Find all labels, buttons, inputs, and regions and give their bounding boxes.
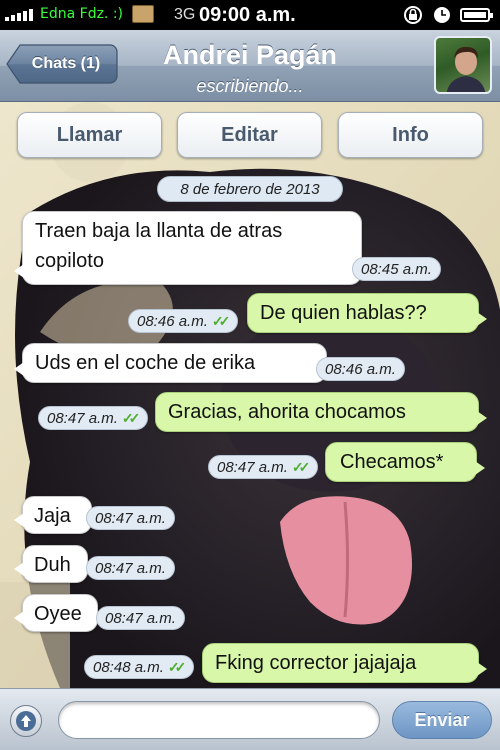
status-bar: Edna Fdz. :) 3G 09:00 a.m.	[0, 0, 500, 30]
timestamp-text: 08:47 a.m.	[95, 559, 166, 577]
signal-icon	[5, 9, 33, 21]
message-timestamp: 08:48 a.m. ✓✓	[84, 655, 195, 679]
message-text: Gracias, ahorita chocamos	[168, 401, 406, 423]
network-type: 3G	[174, 6, 196, 23]
message-text: copiloto	[35, 250, 104, 272]
send-button[interactable]: Enviar	[392, 701, 492, 739]
contact-name: Andrei Pagán	[162, 40, 338, 70]
message-bubble-incoming[interactable]: Jaja	[14, 496, 92, 534]
message-timestamp: 08:45 a.m.	[352, 257, 441, 281]
message-bubble-incoming[interactable]: Uds en el coche de erika	[14, 343, 327, 383]
message-text: Uds en el coche de erika	[35, 352, 256, 374]
composer-bar: Enviar	[0, 688, 500, 750]
message-bubble-outgoing[interactable]: Fking corrector jajajaja	[202, 643, 487, 683]
edit-button[interactable]: Editar	[177, 112, 322, 158]
message-timestamp: 08:46 a.m.	[316, 357, 405, 381]
message-text: De quien hablas??	[260, 302, 427, 324]
timestamp-text: 08:47 a.m.	[217, 458, 288, 476]
message-timestamp: 08:47 a.m. ✓✓	[38, 406, 149, 430]
back-to-chats-button[interactable]: Chats (1)	[6, 44, 118, 84]
message-text: Checamos*	[340, 451, 444, 473]
contact-status: escribiendo...	[196, 76, 304, 96]
double-check-icon: ✓✓	[167, 658, 187, 675]
info-button[interactable]: Info	[338, 112, 483, 158]
timestamp-text: 08:48 a.m.	[93, 658, 164, 676]
message-bubble-outgoing[interactable]: Gracias, ahorita chocamos	[155, 392, 487, 432]
message-timestamp: 08:47 a.m.	[96, 606, 185, 630]
message-bubble-outgoing[interactable]: Checamos*	[325, 442, 485, 482]
timestamp-text: 08:46 a.m.	[137, 312, 208, 330]
message-timestamp: 08:47 a.m. ✓✓	[208, 455, 319, 479]
carrier-name: Edna Fdz. :)	[40, 6, 124, 22]
message-timestamp: 08:47 a.m.	[86, 556, 175, 580]
timestamp-text: 08:47 a.m.	[47, 409, 118, 427]
timestamp-text: 08:45 a.m.	[361, 260, 432, 278]
message-timestamp: 08:46 a.m. ✓✓	[128, 309, 239, 333]
back-button-label: Chats (1)	[31, 55, 101, 72]
arrow-up-icon	[16, 711, 36, 731]
status-time: 09:00 a.m.	[199, 4, 296, 26]
message-bubble-outgoing[interactable]: De quien hablas??	[247, 293, 487, 333]
double-check-icon: ✓✓	[291, 458, 311, 475]
message-timestamp: 08:47 a.m.	[86, 506, 175, 530]
message-text: Traen baja la llanta de atras	[35, 220, 283, 242]
alarm-clock-icon	[434, 7, 450, 23]
double-check-icon: ✓✓	[121, 409, 141, 426]
attach-button[interactable]	[10, 705, 42, 737]
timestamp-text: 08:46 a.m.	[325, 360, 396, 378]
message-text: Oyee	[34, 603, 82, 625]
carrier-logo-icon	[132, 5, 154, 23]
message-bubble-incoming[interactable]: Duh	[14, 545, 88, 583]
message-text: Duh	[34, 554, 71, 576]
timestamp-text: 08:47 a.m.	[105, 609, 176, 627]
battery-icon	[460, 8, 493, 22]
timestamp-text: 08:47 a.m.	[95, 509, 166, 527]
nav-bar: Chats (1) Andrei Pagán escribiendo...	[0, 30, 500, 102]
message-text: Fking corrector jajajaja	[215, 652, 417, 674]
message-bubble-incoming[interactable]: Traen baja la llanta de atras copiloto	[14, 211, 362, 285]
double-check-icon: ✓✓	[211, 312, 231, 329]
message-text: Jaja	[34, 505, 71, 527]
message-input[interactable]	[58, 701, 380, 739]
call-button[interactable]: Llamar	[17, 112, 162, 158]
message-bubble-incoming[interactable]: Oyee	[14, 594, 98, 632]
rotation-lock-icon	[404, 6, 422, 24]
date-separator: 8 de febrero de 2013	[157, 176, 343, 202]
contact-avatar[interactable]	[434, 36, 492, 94]
